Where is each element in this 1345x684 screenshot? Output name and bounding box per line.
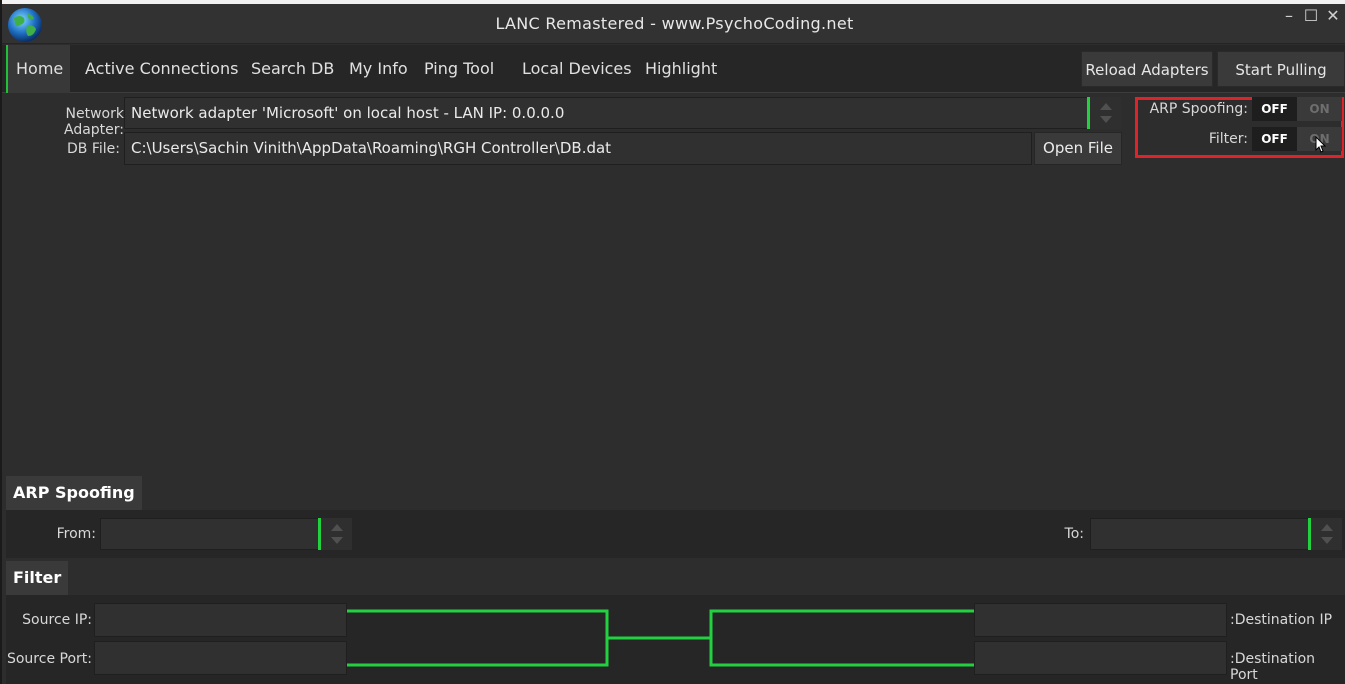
nav-bar: Home Active Connections Search DB My Inf…: [2, 45, 1345, 93]
chevron-up-icon[interactable]: [331, 524, 343, 531]
open-file-button[interactable]: Open File: [1034, 132, 1122, 165]
tab-highlight[interactable]: Highlight: [637, 45, 725, 93]
arp-spoofing-section-title: ARP Spoofing: [6, 476, 142, 510]
tab-local-devices[interactable]: Local Devices: [514, 45, 640, 93]
close-icon[interactable]: ✕: [1325, 6, 1341, 25]
tab-my-info[interactable]: My Info: [341, 45, 416, 93]
network-adapter-spinner[interactable]: [1087, 97, 1121, 129]
arp-toggle-off[interactable]: OFF: [1252, 97, 1297, 121]
tab-home[interactable]: Home: [6, 45, 70, 93]
source-ip-input[interactable]: [94, 603, 347, 637]
arp-spoofing-toggle[interactable]: OFF ON: [1252, 97, 1342, 121]
maximize-icon[interactable]: ☐: [1303, 6, 1319, 25]
source-port-input[interactable]: [94, 641, 347, 675]
from-label: From:: [56, 526, 96, 542]
filter-toggle-label: Filter:: [1208, 131, 1248, 147]
filter-section-title: Filter: [6, 561, 69, 595]
filter-connector-lines: [347, 609, 974, 667]
network-adapter-select[interactable]: Network adapter 'Microsoft' on local hos…: [124, 97, 1089, 129]
chevron-down-icon[interactable]: [331, 537, 343, 544]
window-controls: – ☐ ✕: [1281, 6, 1341, 25]
chevron-up-icon[interactable]: [1100, 103, 1112, 110]
to-spinner[interactable]: [1308, 518, 1342, 550]
network-adapter-label: Network Adapter:: [63, 106, 124, 138]
source-port-label: Source Port:: [6, 651, 92, 667]
start-pulling-button[interactable]: Start Pulling: [1217, 51, 1345, 87]
to-select[interactable]: [1090, 518, 1310, 550]
app-window: LANC Remastered - www.PsychoCoding.net –…: [0, 0, 1345, 684]
mouse-cursor-icon: [1315, 136, 1327, 153]
source-ip-label: Source IP:: [22, 612, 92, 628]
destination-ip-label: :Destination IP: [1230, 612, 1333, 628]
chevron-down-icon[interactable]: [1100, 116, 1112, 123]
tab-search-db[interactable]: Search DB: [243, 45, 342, 93]
from-spinner[interactable]: [318, 518, 352, 550]
chevron-down-icon[interactable]: [1321, 537, 1333, 544]
filter-toggle-off[interactable]: OFF: [1252, 127, 1297, 151]
destination-port-label: :Destination Port: [1230, 651, 1316, 683]
arp-toggle-on[interactable]: ON: [1297, 97, 1342, 121]
chevron-up-icon[interactable]: [1321, 524, 1333, 531]
db-file-input[interactable]: C:\Users\Sachin Vinith\AppData\Roaming\R…: [124, 132, 1032, 165]
minimize-icon[interactable]: –: [1281, 6, 1297, 25]
reload-adapters-button[interactable]: Reload Adapters: [1081, 51, 1213, 87]
filter-toggle[interactable]: OFF ON: [1252, 127, 1342, 151]
tab-ping-tool[interactable]: Ping Tool: [416, 45, 502, 93]
tab-active-connections[interactable]: Active Connections: [77, 45, 246, 93]
from-select[interactable]: [100, 518, 320, 550]
destination-port-input[interactable]: [974, 641, 1227, 675]
to-label: To:: [1064, 526, 1084, 542]
arp-spoofing-toggle-label: ARP Spoofing:: [1149, 101, 1248, 117]
destination-ip-input[interactable]: [974, 603, 1227, 637]
window-title: LANC Remastered - www.PsychoCoding.net: [495, 14, 854, 33]
title-bar: LANC Remastered - www.PsychoCoding.net –…: [2, 4, 1345, 44]
db-file-label: DB File:: [67, 141, 120, 157]
